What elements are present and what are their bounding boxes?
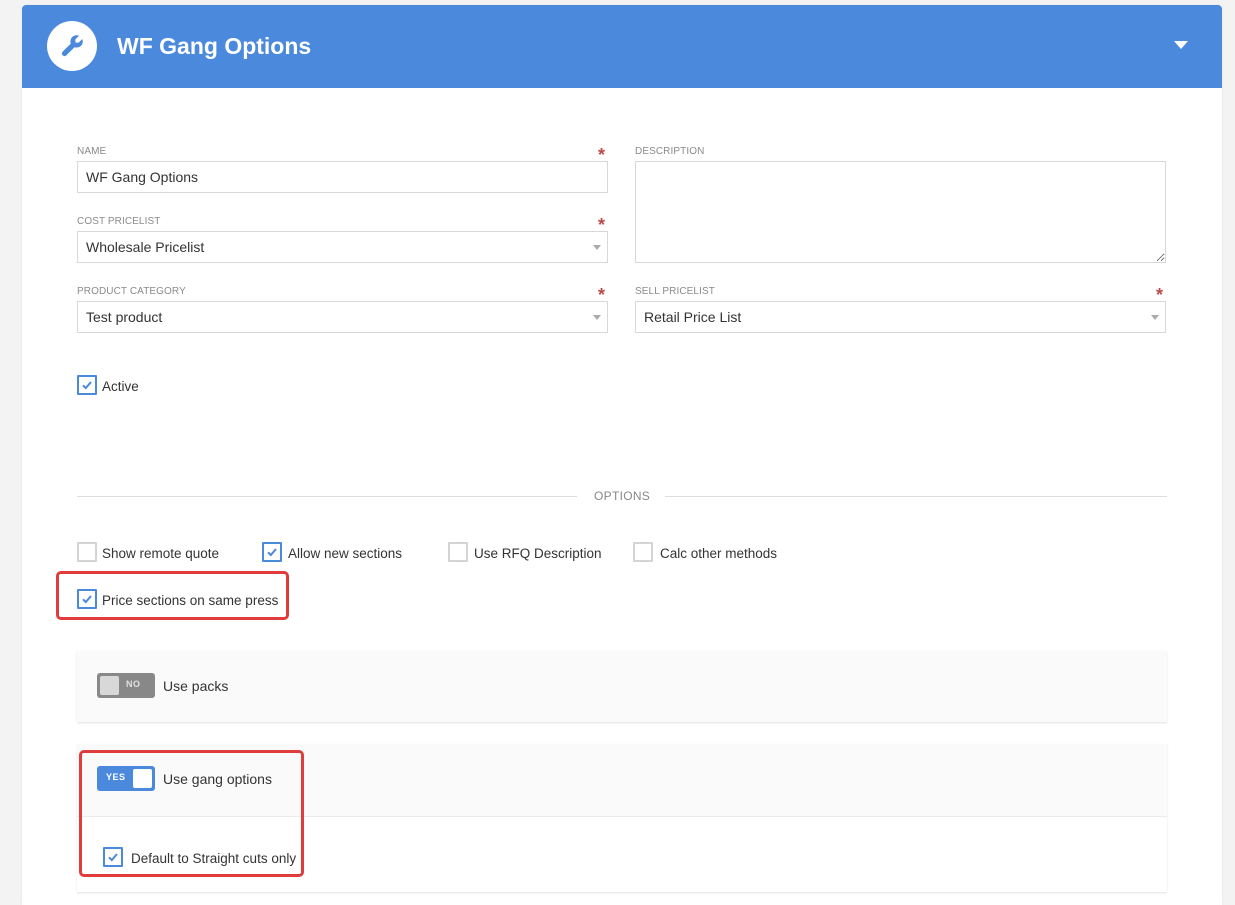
use-packs-toggle-text: NO	[126, 679, 141, 689]
product-category-value: Test product	[86, 309, 163, 325]
check-icon	[267, 548, 277, 557]
description-textarea[interactable]	[635, 161, 1166, 263]
dropdown-arrow-icon	[593, 245, 601, 250]
options-heading: OPTIONS	[594, 489, 651, 503]
cost-pricelist-label: COST PRICELIST	[77, 216, 161, 227]
gang-options-panel: WF Gang Options NAME * WF Gang Options D…	[22, 5, 1222, 905]
calc-other-methods-checkbox[interactable]	[633, 542, 653, 562]
active-label: Active	[102, 379, 139, 394]
allow-new-sections-checkbox[interactable]	[262, 542, 282, 562]
use-packs-label: Use packs	[163, 678, 229, 694]
cost-pricelist-value: Wholesale Pricelist	[86, 239, 205, 255]
show-remote-quote-checkbox[interactable]	[77, 542, 97, 562]
options-divider-right	[665, 496, 1167, 497]
chevron-down-icon[interactable]	[1174, 41, 1188, 49]
use-packs-card: NO Use packs	[77, 651, 1167, 722]
name-label: NAME	[77, 146, 107, 157]
sell-pricelist-select[interactable]: Retail Price List	[635, 301, 1166, 333]
check-icon	[82, 381, 92, 390]
dropdown-arrow-icon	[593, 315, 601, 320]
highlight-box	[79, 750, 304, 877]
use-rfq-description-checkbox[interactable]	[448, 542, 468, 562]
product-category-select[interactable]: Test product	[77, 301, 608, 333]
calc-other-methods-label: Calc other methods	[660, 546, 778, 561]
options-divider-left	[77, 496, 577, 497]
highlight-box	[56, 571, 289, 620]
dropdown-arrow-icon	[1151, 315, 1159, 320]
sell-pricelist-label: SELL PRICELIST	[635, 286, 715, 297]
toggle-knob	[100, 676, 119, 695]
description-label: DESCRIPTION	[635, 146, 705, 157]
product-category-label: PRODUCT CATEGORY	[77, 286, 186, 297]
wrench-icon	[47, 21, 97, 71]
active-checkbox[interactable]	[77, 375, 97, 395]
allow-new-sections-label: Allow new sections	[288, 546, 403, 561]
cost-pricelist-select[interactable]: Wholesale Pricelist	[77, 231, 608, 263]
panel-title: WF Gang Options	[117, 33, 312, 59]
use-rfq-description-label: Use RFQ Description	[474, 546, 602, 561]
use-packs-toggle[interactable]: NO	[97, 673, 155, 698]
sell-pricelist-value: Retail Price List	[644, 309, 742, 325]
panel-header: WF Gang Options	[22, 5, 1222, 88]
name-input[interactable]: WF Gang Options	[77, 161, 608, 193]
show-remote-quote-label: Show remote quote	[102, 546, 220, 561]
